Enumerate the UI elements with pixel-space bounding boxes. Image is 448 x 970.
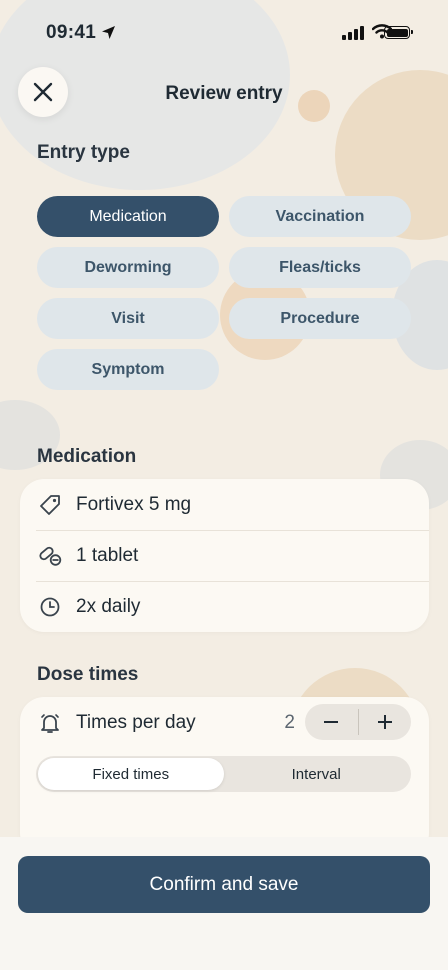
chip-vaccination[interactable]: Vaccination (229, 196, 411, 237)
dose-times-label: Dose times (37, 664, 139, 685)
chip-deworming[interactable]: Deworming (37, 247, 219, 288)
medication-amount-row[interactable]: 1 tablet (20, 530, 429, 581)
medication-name-row[interactable]: Fortivex 5 mg (20, 479, 429, 530)
times-per-day-value: 2 (284, 711, 295, 733)
entry-type-label: Entry type (37, 142, 130, 163)
medication-name: Fortivex 5 mg (76, 493, 192, 515)
schedule-mode-segment: Fixed times Interval (36, 756, 411, 792)
medication-label: Medication (37, 446, 137, 467)
times-per-day-stepper (305, 704, 411, 740)
segment-fixed-times[interactable]: Fixed times (38, 758, 224, 790)
status-time: 09:41 (46, 22, 97, 43)
chip-fleas-ticks[interactable]: Fleas/ticks (229, 247, 411, 288)
medication-frequency: 2x daily (76, 595, 141, 617)
plus-icon (377, 715, 392, 729)
clock-icon (38, 595, 62, 619)
chip-procedure[interactable]: Procedure (229, 298, 411, 339)
chip-medication[interactable]: Medication (37, 196, 219, 237)
confirm-save-button[interactable]: Confirm and save (18, 856, 430, 913)
increment-button[interactable] (359, 704, 412, 740)
medication-card: Fortivex 5 mg 1 tablet 2x daily (20, 479, 429, 632)
medication-amount: 1 tablet (76, 544, 139, 566)
pill-icon (38, 544, 62, 568)
cellular-signal-icon (342, 26, 364, 40)
dose-times-card: Times per day 2 Fixed times Interval (20, 697, 429, 857)
minus-icon (324, 721, 339, 723)
decrement-button[interactable] (305, 704, 358, 740)
times-per-day-label: Times per day (76, 711, 196, 733)
bell-icon (38, 711, 62, 735)
battery-icon (384, 26, 413, 39)
times-per-day-row: Times per day 2 (20, 697, 429, 748)
chip-visit[interactable]: Visit (37, 298, 219, 339)
segment-interval[interactable]: Interval (224, 758, 410, 790)
chip-symptom[interactable]: Symptom (37, 349, 219, 390)
status-bar: 09:41 (0, 0, 448, 66)
page-title: Review entry (165, 83, 283, 104)
tag-icon (38, 493, 62, 517)
location-arrow-icon (101, 25, 116, 45)
entry-type-chips: Medication Vaccination Deworming Fleas/t… (37, 196, 411, 390)
medication-frequency-row[interactable]: 2x daily (20, 581, 429, 632)
